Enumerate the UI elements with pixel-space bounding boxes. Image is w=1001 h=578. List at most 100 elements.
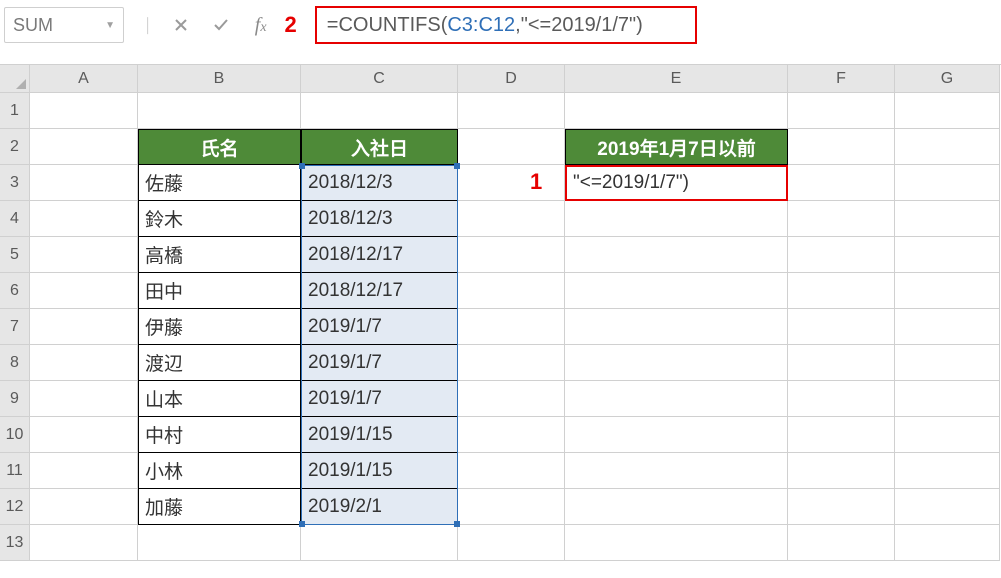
col-header[interactable]: F: [788, 65, 895, 93]
cell-B10[interactable]: 中村: [138, 417, 301, 453]
cell-F9[interactable]: [788, 381, 895, 417]
formula-bar[interactable]: = COUNTIFS ( C3:C12 , "<=2019/1/7" ): [315, 6, 697, 44]
cell-G5[interactable]: [895, 237, 1000, 273]
cell-E1[interactable]: [565, 93, 788, 129]
cell-C10[interactable]: 2019/1/15: [301, 417, 458, 453]
cell-C11[interactable]: 2019/1/15: [301, 453, 458, 489]
cell-G6[interactable]: [895, 273, 1000, 309]
cell-F8[interactable]: [788, 345, 895, 381]
cell-F11[interactable]: [788, 453, 895, 489]
row-header[interactable]: 2: [0, 129, 30, 165]
col-header[interactable]: B: [138, 65, 301, 93]
cell-C12[interactable]: 2019/2/1: [301, 489, 458, 525]
cell-D8[interactable]: [458, 345, 565, 381]
row-header[interactable]: 12: [0, 489, 30, 525]
chevron-down-icon[interactable]: ▼: [105, 20, 115, 31]
col-header[interactable]: G: [895, 65, 1000, 93]
row-header[interactable]: 9: [0, 381, 30, 417]
col-header[interactable]: A: [30, 65, 138, 93]
cell-F3[interactable]: [788, 165, 895, 201]
cell-C6[interactable]: 2018/12/17: [301, 273, 458, 309]
cell-D6[interactable]: [458, 273, 565, 309]
cell-G1[interactable]: [895, 93, 1000, 129]
cell-G7[interactable]: [895, 309, 1000, 345]
cell-E3[interactable]: "<=2019/1/7"): [565, 165, 788, 201]
row-header[interactable]: 5: [0, 237, 30, 273]
cell-G3[interactable]: [895, 165, 1000, 201]
cell-D5[interactable]: [458, 237, 565, 273]
row-header[interactable]: 13: [0, 525, 30, 561]
cell-C1[interactable]: [301, 93, 458, 129]
cell-A3[interactable]: [30, 165, 138, 201]
cell-A10[interactable]: [30, 417, 138, 453]
cell-B4[interactable]: 鈴木: [138, 201, 301, 237]
fx-icon[interactable]: fx: [249, 14, 267, 37]
cell-C3[interactable]: 2018/12/3: [301, 165, 458, 201]
cell-A2[interactable]: [30, 129, 138, 165]
cell-B11[interactable]: 小林: [138, 453, 301, 489]
cell-F10[interactable]: [788, 417, 895, 453]
cell-G8[interactable]: [895, 345, 1000, 381]
cell-B9[interactable]: 山本: [138, 381, 301, 417]
cell-F7[interactable]: [788, 309, 895, 345]
cell-G11[interactable]: [895, 453, 1000, 489]
cell-E2[interactable]: 2019年1月7日以前: [565, 129, 788, 165]
cell-A6[interactable]: [30, 273, 138, 309]
namebox-input[interactable]: [13, 15, 93, 36]
cell-F12[interactable]: [788, 489, 895, 525]
cell-A7[interactable]: [30, 309, 138, 345]
row-header[interactable]: 4: [0, 201, 30, 237]
cell-A5[interactable]: [30, 237, 138, 273]
cell-D12[interactable]: [458, 489, 565, 525]
cell-G9[interactable]: [895, 381, 1000, 417]
cell-B7[interactable]: 伊藤: [138, 309, 301, 345]
row-header[interactable]: 8: [0, 345, 30, 381]
row-header[interactable]: 7: [0, 309, 30, 345]
cell-F6[interactable]: [788, 273, 895, 309]
cell-E5[interactable]: [565, 237, 788, 273]
cell-B6[interactable]: 田中: [138, 273, 301, 309]
cell-B3[interactable]: 佐藤: [138, 165, 301, 201]
cell-E7[interactable]: [565, 309, 788, 345]
cell-D13[interactable]: [458, 525, 565, 561]
row-header[interactable]: 3: [0, 165, 30, 201]
cancel-icon[interactable]: [169, 13, 193, 37]
cell-A11[interactable]: [30, 453, 138, 489]
row-header[interactable]: 10: [0, 417, 30, 453]
cell-E8[interactable]: [565, 345, 788, 381]
col-header[interactable]: D: [458, 65, 565, 93]
cell-C8[interactable]: 2019/1/7: [301, 345, 458, 381]
worksheet[interactable]: A B C D E F G 12氏名入社日2019年1月7日以前3佐藤2018/…: [0, 64, 1001, 561]
cell-E9[interactable]: [565, 381, 788, 417]
cell-A8[interactable]: [30, 345, 138, 381]
cell-F4[interactable]: [788, 201, 895, 237]
row-header[interactable]: 6: [0, 273, 30, 309]
cell-A1[interactable]: [30, 93, 138, 129]
select-all-triangle[interactable]: [0, 65, 30, 93]
cell-F2[interactable]: [788, 129, 895, 165]
cell-C13[interactable]: [301, 525, 458, 561]
cell-G2[interactable]: [895, 129, 1000, 165]
cell-D4[interactable]: [458, 201, 565, 237]
cell-B1[interactable]: [138, 93, 301, 129]
cell-G10[interactable]: [895, 417, 1000, 453]
cell-D11[interactable]: [458, 453, 565, 489]
cell-B13[interactable]: [138, 525, 301, 561]
cell-C5[interactable]: 2018/12/17: [301, 237, 458, 273]
cell-E10[interactable]: [565, 417, 788, 453]
cell-E12[interactable]: [565, 489, 788, 525]
cell-D2[interactable]: [458, 129, 565, 165]
row-header[interactable]: 11: [0, 453, 30, 489]
cell-E4[interactable]: [565, 201, 788, 237]
cell-E6[interactable]: [565, 273, 788, 309]
cell-D3[interactable]: [458, 165, 565, 201]
cell-B2[interactable]: 氏名: [138, 129, 301, 165]
col-header[interactable]: E: [565, 65, 788, 93]
cell-A4[interactable]: [30, 201, 138, 237]
cell-A13[interactable]: [30, 525, 138, 561]
col-header[interactable]: C: [301, 65, 458, 93]
cell-B12[interactable]: 加藤: [138, 489, 301, 525]
cell-E13[interactable]: [565, 525, 788, 561]
cell-A12[interactable]: [30, 489, 138, 525]
cell-D7[interactable]: [458, 309, 565, 345]
